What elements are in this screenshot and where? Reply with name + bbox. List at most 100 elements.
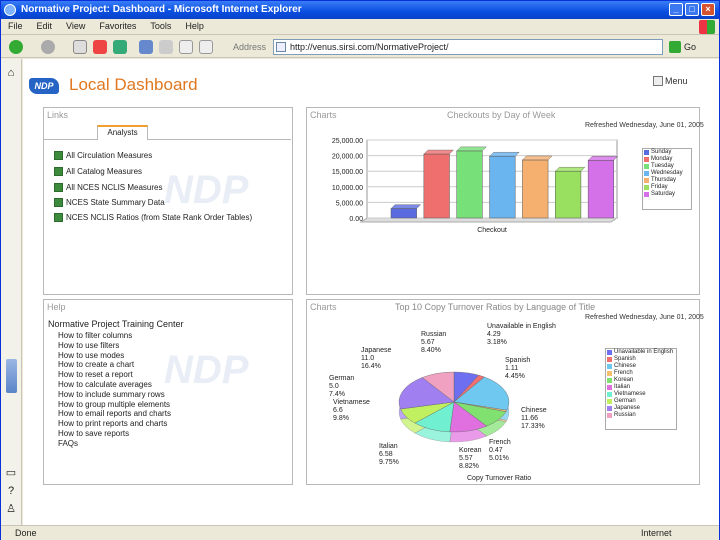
pie-chart: Russian5.678.40%Unavailable in English4.… (329, 323, 556, 482)
menu-edit[interactable]: Edit (30, 19, 60, 31)
link-nces-nclis-measures[interactable]: All NCES NCLIS Measures (54, 183, 162, 192)
plot-floor (359, 217, 619, 223)
close-button[interactable]: × (701, 3, 715, 16)
bar-chart-title: Checkouts by Day of Week (447, 110, 556, 120)
y-tick-label: 20,000.00 (332, 154, 363, 161)
menu-link[interactable]: Menu (653, 76, 688, 86)
maximize-button[interactable]: □ (685, 3, 699, 16)
legend-label: Chinese (614, 363, 637, 369)
menu-tools[interactable]: Tools (143, 19, 178, 31)
pie-refreshed: Refreshed Wednesday, June 01, 2005 (585, 314, 704, 321)
bar-refreshed: Refreshed Wednesday, June 01, 2005 (585, 122, 704, 129)
pie-label-name: Russian (421, 331, 446, 338)
menu-help[interactable]: Help (178, 19, 211, 31)
legend-item: Spanish (606, 356, 676, 363)
home-icon[interactable] (139, 40, 153, 54)
pie-label-value: 5.67 (421, 339, 435, 346)
user-icon[interactable]: ♙ (5, 503, 17, 515)
back-icon[interactable] (9, 40, 23, 54)
stop-icon[interactable] (73, 40, 87, 54)
status-zone: Internet (641, 528, 672, 538)
legend-swatch (607, 406, 612, 411)
help-link[interactable]: How to save reports (58, 429, 129, 438)
search-icon[interactable] (159, 40, 173, 54)
legend-label: Saturday (651, 191, 676, 197)
legend-item: Sunday (643, 149, 691, 156)
menu-view[interactable]: View (59, 19, 92, 31)
legend-item: Japanese (606, 405, 676, 412)
home-sidebar-icon[interactable]: ⌂ (5, 67, 17, 79)
pie-label-name: Italian (379, 443, 398, 450)
window-title: Normative Project: Dashboard - Microsoft… (21, 4, 302, 15)
legend-swatch (644, 178, 649, 183)
browser-window: Normative Project: Dashboard - Microsoft… (0, 0, 720, 540)
legend-swatch (644, 150, 649, 155)
legend-label: Korean (614, 377, 634, 383)
pie-label-name: French (489, 439, 511, 446)
report-icon (54, 198, 63, 207)
link-nces-nclis-ratios[interactable]: NCES NCLIS Ratios (from State Rank Order… (54, 213, 252, 222)
help-link[interactable]: How to email reports and charts (58, 409, 171, 418)
pie-label-name: Korean (459, 447, 482, 454)
legend-swatch (644, 164, 649, 169)
x-axis-label: Copy Turnover Ratio (467, 475, 531, 482)
link-nces-state-summary[interactable]: NCES State Summary Data (54, 198, 165, 207)
pie-label-value: 1.11 (505, 365, 518, 372)
help-link[interactable]: How to use filters (58, 341, 119, 350)
pie-label-value: 11.66 (521, 415, 538, 422)
pie-label-percent: 4.45% (505, 373, 525, 380)
help-link[interactable]: How to include summary rows (58, 390, 165, 399)
menu-file[interactable]: File (1, 19, 30, 31)
help-link[interactable]: How to reset a report (58, 370, 133, 379)
favorites-icon[interactable] (179, 40, 193, 54)
link-catalog-measures[interactable]: All Catalog Measures (54, 167, 142, 176)
y-tick-label: 0.00 (349, 216, 363, 223)
menu-link-label: Menu (665, 76, 688, 86)
go-button[interactable]: Go (669, 40, 715, 54)
pie-panel-label: Charts (310, 302, 337, 312)
pie-label-value: 11.0 (361, 355, 374, 362)
legend-item: Italian (606, 384, 676, 391)
help-link[interactable]: How to create a chart (58, 360, 134, 369)
tab-analysts[interactable]: Analysts (97, 125, 148, 140)
minimize-button[interactable]: _ (669, 3, 683, 16)
links-panel: Links Analysts NDP All Circulation Measu… (43, 107, 293, 295)
refresh-icon[interactable] (113, 40, 127, 54)
pie-chart-panel: Charts Top 10 Copy Turnover Ratios by La… (306, 299, 704, 485)
help-link[interactable]: How to print reports and charts (58, 419, 167, 428)
report-icon (54, 167, 63, 176)
pie-label-name: Chinese (521, 407, 547, 414)
legend-swatch (607, 392, 612, 397)
pie-label-name: Unavailable in English (487, 323, 556, 330)
links-panel-title: Links (47, 110, 69, 120)
help-icon[interactable]: ? (5, 485, 17, 497)
address-input[interactable]: http://venus.sirsi.com/NormativeProject/ (273, 39, 663, 55)
bar-top (554, 166, 586, 172)
help-link[interactable]: How to filter columns (58, 331, 132, 340)
legend-swatch (644, 185, 649, 190)
history-icon[interactable] (199, 40, 213, 54)
go-arrow-icon (669, 41, 681, 53)
y-tick-label: 5,000.00 (336, 200, 363, 207)
go-label: Go (684, 42, 697, 52)
bar (423, 153, 450, 219)
stop-x-icon[interactable] (93, 40, 107, 54)
legend-swatch (607, 378, 612, 383)
help-link[interactable]: FAQs (58, 439, 78, 448)
bar-top (390, 204, 422, 209)
legend-swatch (607, 357, 612, 362)
pie-label-percent: 7.4% (329, 391, 345, 398)
forward-icon[interactable] (41, 40, 55, 54)
bar-top (456, 146, 487, 152)
ndp-watermark: NDP (164, 348, 249, 392)
legend-label: Italian (614, 384, 631, 390)
menu-favorites[interactable]: Favorites (92, 19, 143, 31)
link-circulation-measures[interactable]: All Circulation Measures (54, 151, 152, 160)
help-link[interactable]: How to calculate averages (58, 380, 152, 389)
help-link[interactable]: How to group multiple elements (58, 400, 170, 409)
folder-icon[interactable]: ▭ (5, 467, 17, 479)
link-label: All NCES NCLIS Measures (66, 183, 163, 192)
left-sidebar: ⌂ ▭ ? ♙ (1, 59, 22, 525)
legend-item: Saturday (643, 191, 691, 198)
help-link[interactable]: How to use modes (58, 351, 124, 360)
